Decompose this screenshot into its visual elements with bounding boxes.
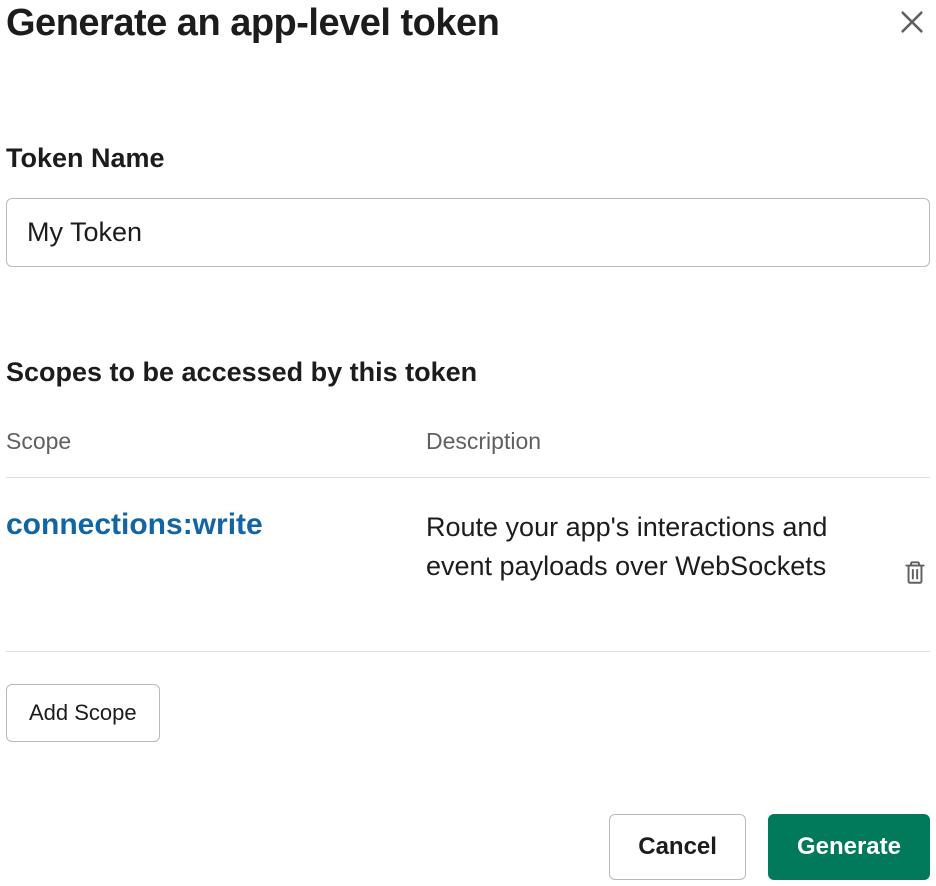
scopes-heading: Scopes to be accessed by this token bbox=[6, 357, 930, 388]
description-column-header: Description bbox=[426, 428, 930, 455]
trash-icon bbox=[902, 574, 928, 589]
cancel-button[interactable]: Cancel bbox=[609, 814, 746, 880]
delete-scope-button[interactable] bbox=[900, 556, 930, 591]
scope-description: Route your app's interactions and event … bbox=[426, 508, 880, 586]
generate-button[interactable]: Generate bbox=[768, 814, 930, 880]
scopes-table: Scope Description connections:write Rout… bbox=[6, 428, 930, 652]
table-row: connections:write Route your app's inter… bbox=[6, 478, 930, 652]
token-name-label: Token Name bbox=[6, 143, 930, 174]
close-button[interactable] bbox=[894, 4, 930, 43]
add-scope-button[interactable]: Add Scope bbox=[6, 684, 160, 742]
close-icon bbox=[898, 8, 926, 39]
modal-title: Generate an app-level token bbox=[6, 2, 499, 45]
scope-link[interactable]: connections:write bbox=[6, 508, 263, 541]
token-name-input[interactable] bbox=[6, 198, 930, 267]
scope-column-header: Scope bbox=[6, 428, 426, 455]
